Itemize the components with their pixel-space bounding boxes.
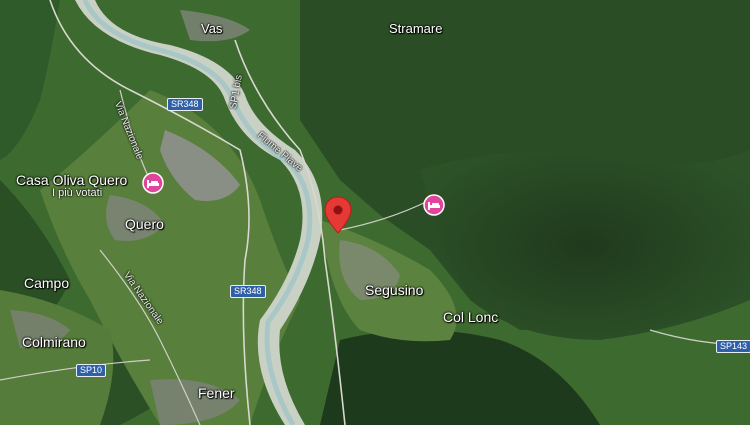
red-location-pin-icon[interactable] xyxy=(323,196,353,234)
hotel-poi-icon-segusino[interactable] xyxy=(423,194,445,216)
place-label-quero: Quero xyxy=(125,216,164,232)
place-label-colmirano: Colmirano xyxy=(22,334,86,350)
place-label-fener: Fener xyxy=(198,385,235,401)
satellite-map[interactable]: Vas Stramare Quero Campo Colmirano Fener… xyxy=(0,0,750,425)
road-shield-sp143: SP143 xyxy=(716,340,750,353)
place-label-campo: Campo xyxy=(24,275,70,291)
hotel-poi-icon[interactable] xyxy=(142,172,164,194)
road-shield-sp10: SP10 xyxy=(76,364,107,377)
road-shield-sr348-mid: SR348 xyxy=(230,285,266,298)
poi-name-casa-oliva-quero[interactable]: Casa Oliva Quero xyxy=(16,172,127,188)
poi-subtitle: I più votati xyxy=(52,187,103,199)
place-label-segusino: Segusino xyxy=(365,282,424,298)
place-label-vas: Vas xyxy=(201,21,223,36)
map-imagery xyxy=(0,0,750,425)
place-label-stramare: Stramare xyxy=(389,21,443,36)
road-shield-sr348-top: SR348 xyxy=(167,98,203,111)
place-label-col-lonc: Col Lonc xyxy=(443,309,499,325)
